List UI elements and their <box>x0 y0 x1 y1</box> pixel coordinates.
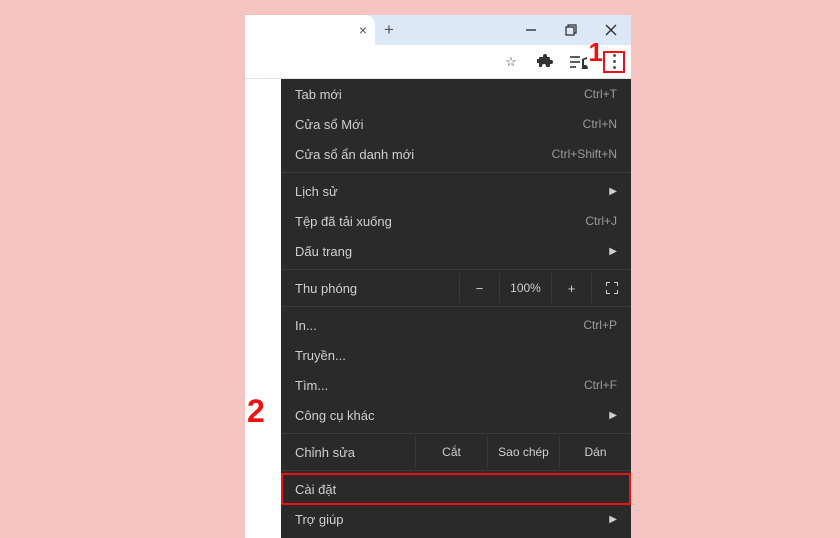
zoom-value: 100% <box>499 273 551 303</box>
menu-label: In... <box>295 318 583 333</box>
browser-window: × + <box>245 15 631 538</box>
menu-shortcut: Ctrl+T <box>584 87 617 101</box>
menu-label: Cài đặt <box>295 482 617 497</box>
fullscreen-icon <box>606 282 618 294</box>
maximize-icon <box>565 24 577 36</box>
chrome-menu-button[interactable] <box>603 51 625 73</box>
menu-label: Công cụ khác <box>295 408 609 423</box>
minimize-button[interactable] <box>511 15 551 45</box>
menu-separator <box>281 470 631 471</box>
menu-label: Trợ giúp <box>295 512 609 527</box>
puzzle-icon <box>537 54 553 70</box>
menu-separator <box>281 433 631 434</box>
edit-copy-button[interactable]: Sao chép <box>487 437 559 467</box>
menu-separator <box>281 306 631 307</box>
screenshot-stage: × + <box>23 15 817 485</box>
menu-shortcut: Ctrl+N <box>583 117 617 131</box>
menu-item-new-window[interactable]: Cửa sổ Mới Ctrl+N <box>281 109 631 139</box>
media-control-icon[interactable] <box>569 55 589 69</box>
zoom-in-button[interactable]: + <box>551 273 591 303</box>
maximize-button[interactable] <box>551 15 591 45</box>
chevron-right-icon: ▶ <box>609 514 617 525</box>
menu-item-bookmarks[interactable]: Dấu trang ▶ <box>281 236 631 266</box>
menu-label: Lịch sử <box>295 184 609 199</box>
edit-cut-button[interactable]: Cắt <box>415 437 487 467</box>
menu-shortcut: Ctrl+J <box>585 214 617 228</box>
menu-label: Cửa sổ ẩn danh mới <box>295 147 552 162</box>
chevron-right-icon: ▶ <box>609 246 617 257</box>
vertical-dots-icon <box>613 54 616 69</box>
chrome-menu: Tab mới Ctrl+T Cửa sổ Mới Ctrl+N Cửa sổ … <box>281 79 631 538</box>
menu-separator <box>281 172 631 173</box>
menu-label: Truyền... <box>295 348 617 363</box>
close-icon <box>605 24 617 36</box>
menu-label: Cửa sổ Mới <box>295 117 583 132</box>
menu-label: Tệp đã tải xuống <box>295 214 585 229</box>
menu-separator <box>281 269 631 270</box>
menu-label: Chỉnh sửa <box>281 437 415 467</box>
menu-label: Tìm... <box>295 378 584 393</box>
menu-item-more-tools[interactable]: Công cụ khác ▶ <box>281 400 631 430</box>
menu-item-downloads[interactable]: Tệp đã tải xuống Ctrl+J <box>281 206 631 236</box>
menu-item-incognito[interactable]: Cửa sổ ẩn danh mới Ctrl+Shift+N <box>281 139 631 169</box>
menu-shortcut: Ctrl+F <box>584 378 617 392</box>
close-window-button[interactable] <box>591 15 631 45</box>
browser-toolbar: ☆ 1 <box>245 45 631 79</box>
bookmark-star-icon[interactable]: ☆ <box>501 54 521 70</box>
menu-item-help[interactable]: Trợ giúp ▶ <box>281 504 631 534</box>
minimize-icon <box>525 24 537 36</box>
tab-strip: × + <box>245 15 631 45</box>
menu-label: Thu phóng <box>295 281 459 296</box>
menu-item-find[interactable]: Tìm... Ctrl+F <box>281 370 631 400</box>
chevron-right-icon: ▶ <box>609 186 617 197</box>
new-tab-button[interactable]: + <box>375 15 403 45</box>
fullscreen-button[interactable] <box>591 273 631 303</box>
close-tab-icon[interactable]: × <box>359 23 367 37</box>
window-controls <box>511 15 631 45</box>
extensions-icon[interactable] <box>535 54 555 70</box>
browser-tab[interactable]: × <box>245 15 375 45</box>
menu-label: Tab mới <box>295 87 584 102</box>
menu-item-new-tab[interactable]: Tab mới Ctrl+T <box>281 79 631 109</box>
menu-item-zoom: Thu phóng − 100% + <box>281 273 631 303</box>
menu-label: Dấu trang <box>295 244 609 259</box>
zoom-out-button[interactable]: − <box>459 273 499 303</box>
chevron-right-icon: ▶ <box>609 410 617 421</box>
menu-shortcut: Ctrl+P <box>583 318 617 332</box>
menu-item-edit: Chỉnh sửa Cắt Sao chép Dán <box>281 437 631 467</box>
menu-item-history[interactable]: Lịch sử ▶ <box>281 176 631 206</box>
menu-item-cast[interactable]: Truyền... <box>281 340 631 370</box>
edit-paste-button[interactable]: Dán <box>559 437 631 467</box>
menu-shortcut: Ctrl+Shift+N <box>552 147 617 161</box>
menu-item-print[interactable]: In... Ctrl+P <box>281 310 631 340</box>
